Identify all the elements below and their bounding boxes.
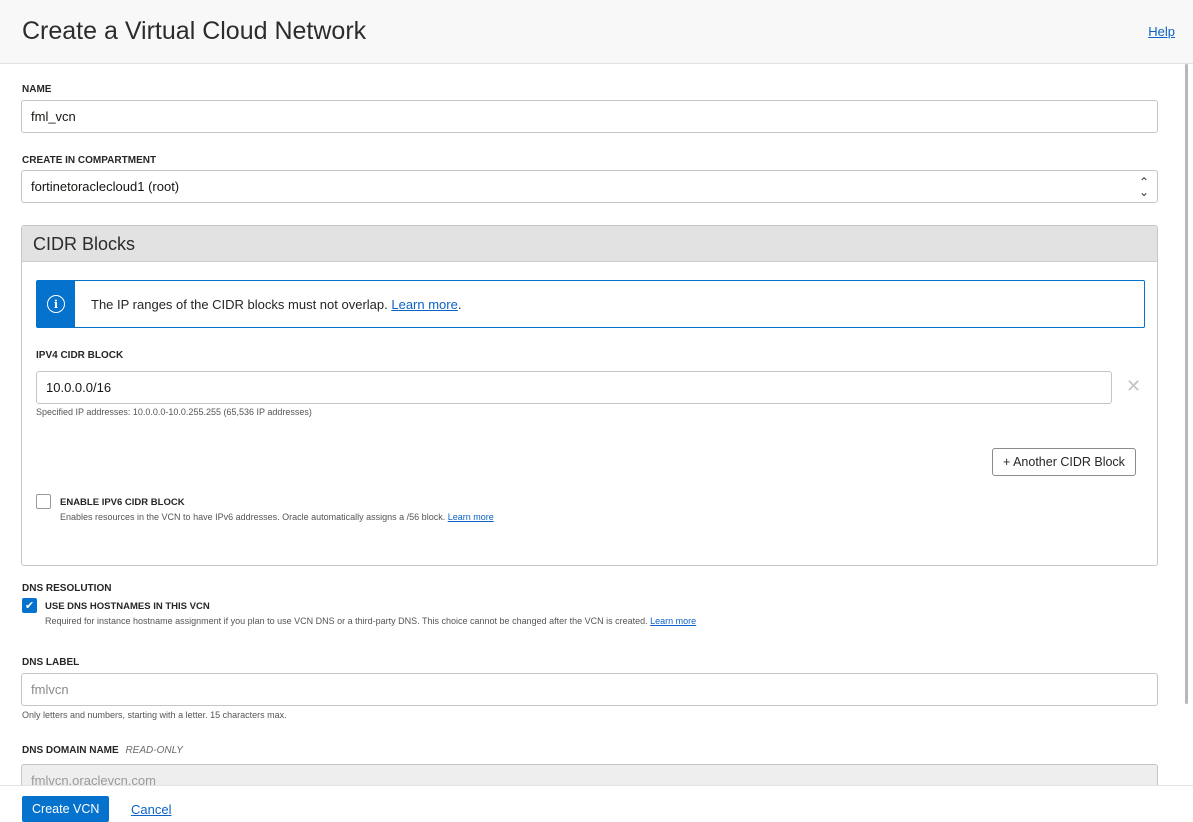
info-icon: i bbox=[47, 295, 65, 313]
read-only-tag: READ-ONLY bbox=[125, 745, 183, 756]
info-banner: i The IP ranges of the CIDR blocks must … bbox=[36, 280, 1145, 328]
info-learn-more-link[interactable]: Learn more bbox=[391, 297, 457, 312]
ipv4-cidr-input[interactable]: 10.0.0.0/16 bbox=[36, 371, 1112, 404]
info-banner-period: . bbox=[457, 297, 462, 312]
dns-domain-name-label-text: DNS DOMAIN NAME bbox=[22, 745, 119, 756]
dns-label-hint: Only letters and numbers, starting with … bbox=[22, 710, 287, 720]
compartment-select[interactable]: fortinetoraclecloud1 (root) ⌃ ⌄ bbox=[21, 170, 1158, 203]
ipv4-cidr-hint: Specified IP addresses: 10.0.0.0-10.0.25… bbox=[36, 407, 312, 417]
dns-label-input[interactable]: fmlvcn bbox=[21, 673, 1158, 706]
dns-resolution-label: DNS RESOLUTION bbox=[22, 583, 112, 594]
dns-label-label: DNS LABEL bbox=[22, 657, 80, 668]
create-vcn-button[interactable]: Create VCN bbox=[22, 796, 110, 822]
cidr-blocks-panel: CIDR Blocks i The IP ranges of the CIDR … bbox=[21, 225, 1158, 566]
ipv4-cidr-label: IPV4 CIDR BLOCK bbox=[36, 350, 124, 361]
chevron-up-down-icon: ⌃ ⌄ bbox=[1138, 175, 1149, 199]
info-banner-strip: i bbox=[37, 281, 75, 327]
help-link[interactable]: Help bbox=[1148, 24, 1175, 39]
compartment-label: CREATE IN COMPARTMENT bbox=[22, 155, 157, 166]
dns-learn-more-link[interactable]: Learn more bbox=[650, 616, 696, 626]
cancel-link[interactable]: Cancel bbox=[131, 802, 171, 817]
compartment-select-value: fortinetoraclecloud1 (root) bbox=[31, 179, 180, 194]
cidr-blocks-title: CIDR Blocks bbox=[33, 234, 136, 254]
info-banner-message: The IP ranges of the CIDR blocks must no… bbox=[91, 297, 388, 312]
scrollbar[interactable] bbox=[1185, 64, 1188, 704]
ipv6-learn-more-link[interactable]: Learn more bbox=[448, 512, 494, 522]
cidr-blocks-header: CIDR Blocks bbox=[22, 226, 1157, 262]
page-title: Create a Virtual Cloud Network bbox=[22, 17, 367, 45]
name-label: NAME bbox=[22, 84, 52, 95]
dns-hostnames-help-text: Required for instance hostname assignmen… bbox=[45, 616, 696, 626]
name-input[interactable]: fml_vcn bbox=[21, 100, 1158, 133]
ipv6-help-message: Enables resources in the VCN to have IPv… bbox=[60, 512, 446, 522]
dns-domain-name-label: DNS DOMAIN NAME READ-ONLY bbox=[22, 745, 183, 756]
page-header: Create a Virtual Cloud Network Help bbox=[0, 0, 1193, 64]
dns-hostnames-help-message: Required for instance hostname assignmen… bbox=[45, 616, 648, 626]
ipv6-help-text: Enables resources in the VCN to have IPv… bbox=[60, 512, 494, 522]
remove-cidr-icon[interactable]: ✕ bbox=[1126, 376, 1141, 397]
ipv6-checkbox[interactable] bbox=[36, 494, 51, 509]
dns-hostnames-checkbox[interactable]: ✔ bbox=[22, 598, 37, 613]
add-cidr-block-button[interactable]: + Another CIDR Block bbox=[992, 448, 1136, 476]
dns-hostnames-checkbox-label: USE DNS HOSTNAMES IN THIS VCN bbox=[45, 601, 210, 612]
ipv6-checkbox-label: ENABLE IPV6 CIDR BLOCK bbox=[60, 497, 185, 508]
info-banner-text: The IP ranges of the CIDR blocks must no… bbox=[91, 297, 461, 312]
footer-bar: Create VCN Cancel bbox=[0, 785, 1193, 822]
check-icon: ✔ bbox=[24, 600, 35, 612]
